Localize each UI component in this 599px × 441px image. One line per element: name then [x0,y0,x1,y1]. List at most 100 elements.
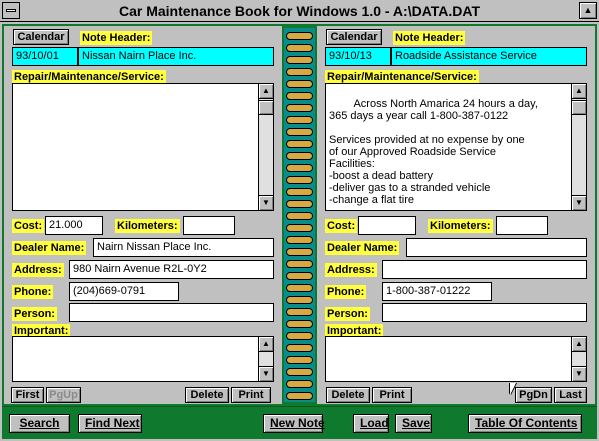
ring [286,356,313,364]
last-button[interactable]: Last [554,387,587,403]
title-bar: Car Maintenance Book for Windows 1.0 - A… [0,0,599,22]
right-print-button[interactable]: Print [372,387,412,403]
ring [286,212,313,220]
ring [286,308,313,316]
left-repair-scrollbar[interactable]: ▲ ▼ [258,84,273,210]
scroll-down-icon[interactable]: ▼ [572,366,586,381]
ring [286,380,313,388]
left-dealer-field[interactable]: Nairn Nissan Place Inc. [93,238,274,257]
scroll-down-icon[interactable]: ▼ [572,195,586,210]
right-important-scrollbar[interactable]: ▲ ▼ [571,337,586,381]
scroll-up-icon[interactable]: ▲ [259,337,273,352]
left-print-button[interactable]: Print [231,387,271,403]
ring [286,152,313,160]
right-important-textarea[interactable]: ▲ ▼ [325,336,587,382]
right-address-field[interactable] [382,260,587,279]
right-dealer-field[interactable] [406,238,587,257]
ring [286,260,313,268]
right-date-field[interactable]: 93/10/13 [325,47,391,66]
first-button[interactable]: First [11,387,44,403]
scroll-thumb[interactable] [259,100,273,115]
ring [286,236,313,244]
ring [286,56,313,64]
ring [286,392,313,400]
scroll-down-icon[interactable]: ▼ [259,195,273,210]
right-address-label: Address: [325,263,377,277]
right-km-label: Kilometers: [428,219,493,233]
scroll-down-icon[interactable]: ▼ [259,366,273,381]
right-person-field[interactable] [382,303,587,322]
pgup-button[interactable]: PgUp [46,387,81,403]
ring [286,200,313,208]
ring [286,368,313,376]
search-button[interactable]: Search [9,414,70,433]
right-repair-textarea[interactable]: Across North Amarica 24 hours a day, 365… [325,83,587,211]
right-calendar-button[interactable]: Calendar [326,29,382,45]
ring [286,296,313,304]
ring [286,92,313,100]
right-phone-field[interactable]: 1-800-387-01222 [382,282,492,301]
bottom-toolbar: Search Find Next New Note Load Save Tabl… [2,406,597,439]
ring [286,32,313,40]
mouse-pointer-icon [510,383,522,395]
right-phone-label: Phone: [325,285,367,299]
find-next-button[interactable]: Find Next [78,414,142,433]
left-note-header-field[interactable]: Nissan Nairn Place Inc. [78,47,274,66]
ring [286,128,313,136]
left-km-field[interactable] [183,216,235,235]
ring [286,320,313,328]
left-km-label: Kilometers: [115,219,180,233]
left-cost-field[interactable]: 21.000 [45,216,103,235]
right-cost-label: Cost: [325,219,358,233]
ring [286,44,313,52]
right-page: Calendar Note Header: 93/10/13 Roadside … [317,26,595,404]
ring [286,68,313,76]
app-window: Car Maintenance Book for Windows 1.0 - A… [0,0,599,441]
scroll-up-icon[interactable]: ▲ [259,84,273,99]
ring [286,188,313,196]
ring [286,344,313,352]
left-repair-textarea[interactable]: ▲ ▼ [12,83,274,211]
left-date-field[interactable]: 93/10/01 [12,47,78,66]
right-note-header-label: Note Header: [393,31,466,45]
ring [286,284,313,292]
ring [286,332,313,340]
ring [286,248,313,256]
left-person-field[interactable] [69,303,274,322]
left-phone-field[interactable]: (204)669-0791 [69,282,179,301]
save-button[interactable]: Save [395,414,432,433]
right-delete-button[interactable]: Delete [326,387,370,403]
left-repair-label: Repair/Maintenance/Service: [12,70,166,84]
left-important-textarea[interactable]: ▲ ▼ [12,336,274,382]
scroll-thumb[interactable] [572,100,586,115]
right-note-header-field[interactable]: Roadside Assistance Service [391,47,587,66]
right-person-label: Person: [325,307,370,321]
left-cost-label: Cost: [12,219,45,233]
scroll-up-icon[interactable]: ▲ [572,84,586,99]
left-important-scrollbar[interactable]: ▲ ▼ [258,337,273,381]
left-address-field[interactable]: 980 Nairn Avenue R2L-0Y2 [69,260,274,279]
maximize-icon[interactable]: ▲ [579,2,597,19]
ring [286,116,313,124]
window-title: Car Maintenance Book for Windows 1.0 - A… [118,3,481,19]
right-repair-scrollbar[interactable]: ▲ ▼ [571,84,586,210]
right-dealer-label: Dealer Name: [325,241,400,255]
left-delete-button[interactable]: Delete [185,387,229,403]
right-km-field[interactable] [496,216,548,235]
left-person-label: Person: [12,307,57,321]
scroll-up-icon[interactable]: ▲ [572,337,586,352]
spiral-binding [284,28,315,402]
left-phone-label: Phone: [12,285,54,299]
right-cost-field[interactable] [358,216,416,235]
ring [286,272,313,280]
right-repair-label: Repair/Maintenance/Service: [325,70,479,84]
left-calendar-button[interactable]: Calendar [13,29,69,45]
system-menu-icon[interactable] [2,2,20,19]
new-note-button[interactable]: New Note [263,414,325,433]
left-dealer-label: Dealer Name: [12,241,87,255]
ring [286,224,313,232]
load-button[interactable]: Load [353,414,389,433]
notebook-frame: Calendar Note Header: 93/10/01 Nissan Na… [2,24,597,406]
left-note-header-label: Note Header: [80,31,153,45]
table-of-contents-button[interactable]: Table Of Contents [468,414,582,433]
